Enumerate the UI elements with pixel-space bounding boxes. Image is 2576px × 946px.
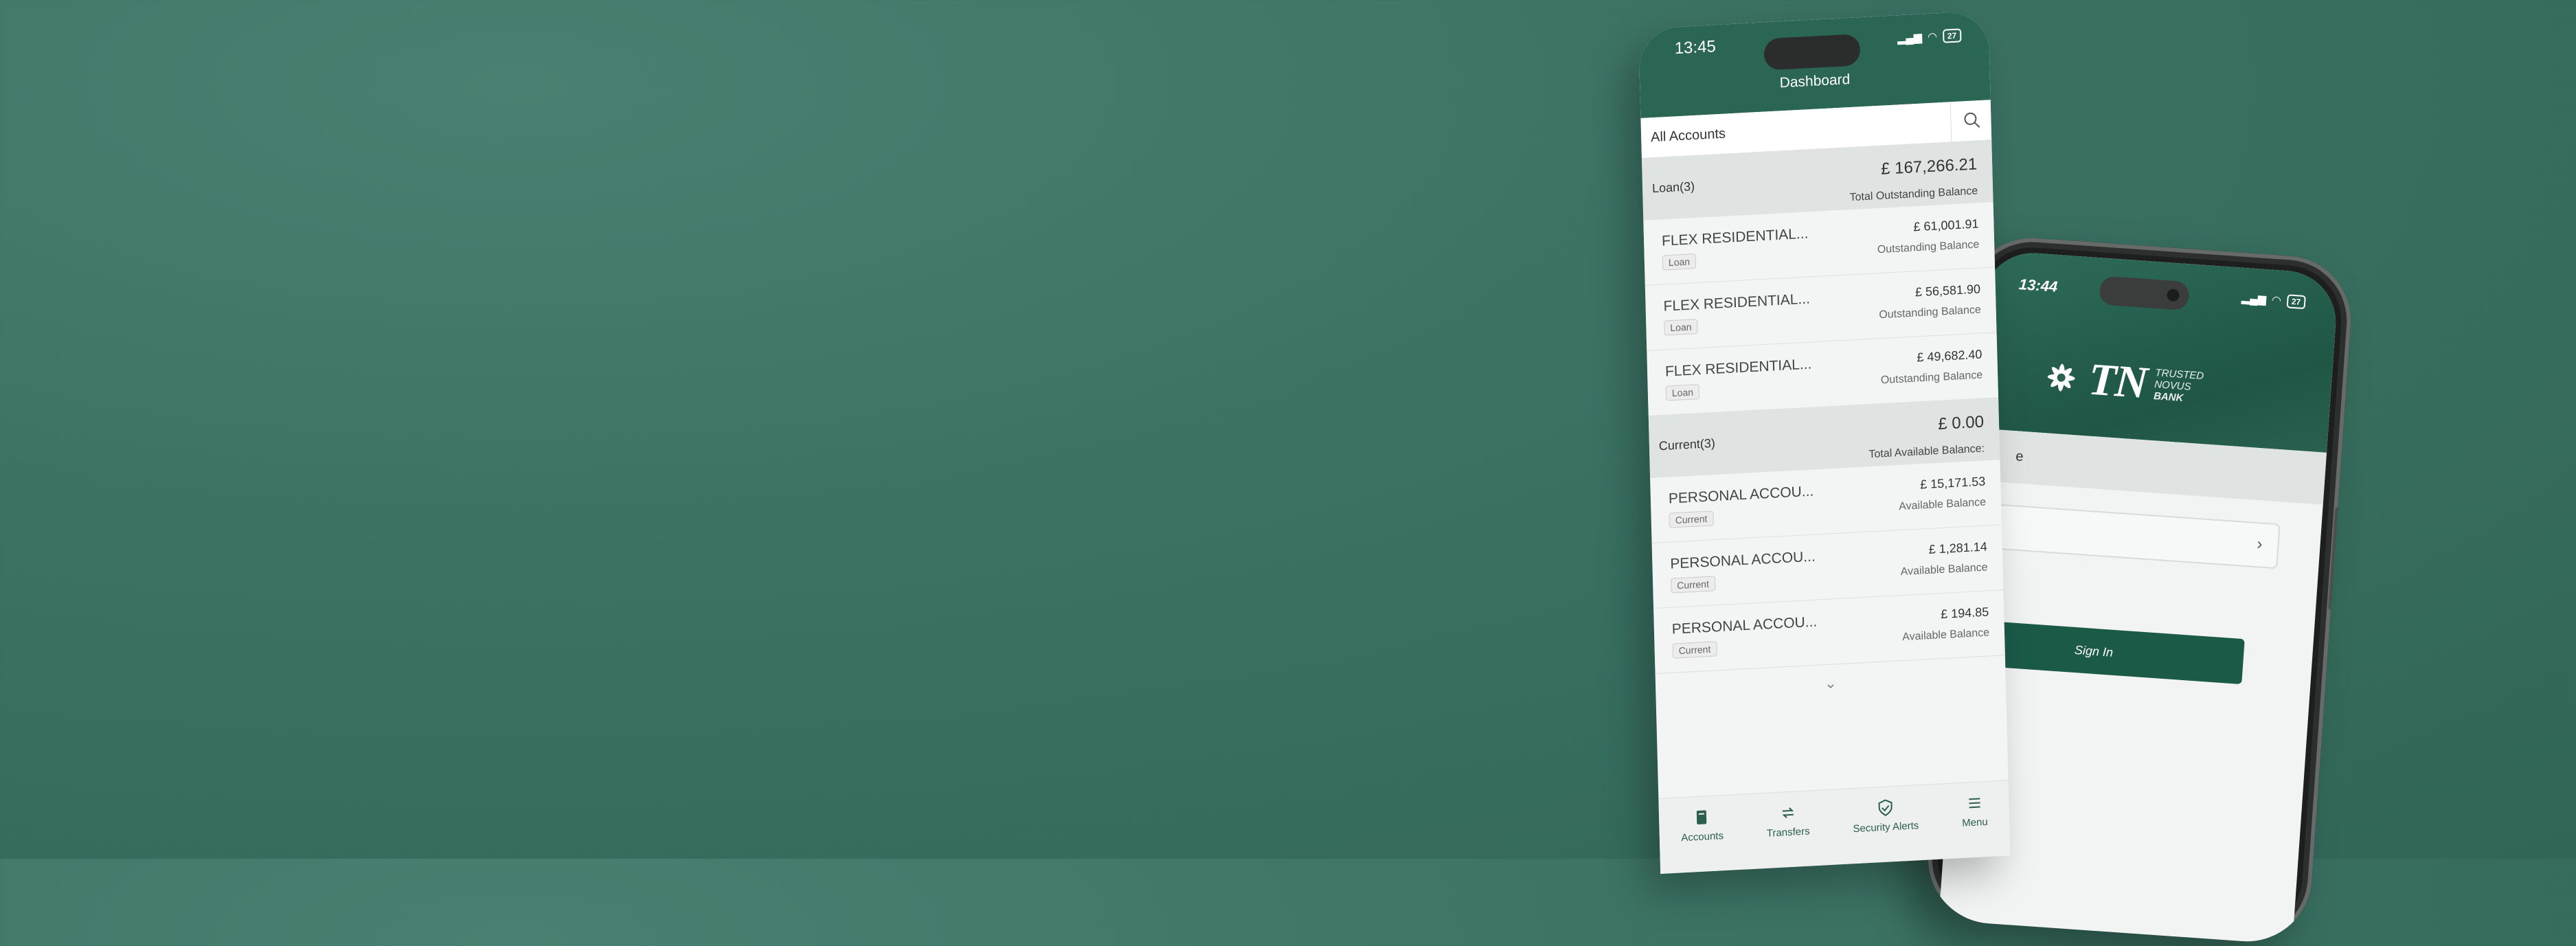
transfers-icon — [1782, 807, 1794, 819]
status-time: 13:44 — [2018, 275, 2059, 295]
tab-security-alerts[interactable]: Security Alerts — [1852, 796, 1919, 864]
balance-label: Outstanding Balance — [1879, 304, 1981, 322]
account-type-badge: Loan — [1665, 384, 1700, 401]
accounts-icon — [1697, 810, 1707, 825]
account-name: PERSONAL ACCOU... — [1668, 483, 1814, 507]
group-total-label: Total Outstanding Balance — [1849, 185, 1978, 204]
account-type-badge: Current — [1670, 576, 1716, 594]
side-button — [2328, 506, 2342, 611]
account-name: FLEX RESIDENTIAL... — [1664, 356, 1812, 380]
tab-label: Menu — [1961, 815, 1988, 829]
dynamic-island — [2099, 275, 2190, 311]
account-filter-dropdown[interactable]: All Accounts — [1651, 126, 1726, 146]
account-name: FLEX RESIDENTIAL... — [1661, 225, 1809, 249]
dashboard-phone: 13:45 ▂▄▆ ◠ 27 Dashboard All Accounts Lo… — [1638, 10, 2011, 874]
account-type-badge: Loan — [1664, 319, 1698, 336]
account-name: PERSONAL ACCOU... — [1670, 548, 1816, 572]
bank-logo: TN TRUSTED NOVUS BANK — [2040, 350, 2205, 414]
signal-icon: ▂▄▆ — [2241, 292, 2267, 306]
tab-transfers[interactable]: Transfers — [1766, 802, 1811, 868]
balance-label: Outstanding Balance — [1880, 369, 1983, 387]
dynamic-island — [1763, 34, 1861, 71]
account-balance: £ 61,001.91 — [1913, 216, 1979, 234]
logo-words: TRUSTED NOVUS BANK — [2153, 366, 2204, 404]
battery-icon: 27 — [2286, 294, 2306, 310]
tab-label: Security Alerts — [1853, 820, 1919, 835]
search-icon[interactable] — [1962, 110, 1982, 130]
account-balance: £ 1,281.14 — [1928, 539, 1987, 556]
account-type-badge: Loan — [1662, 254, 1697, 271]
account-type-badge: Current — [1669, 510, 1714, 528]
welcome-text: e — [2015, 449, 2024, 465]
battery-icon: 27 — [1942, 28, 1962, 43]
wifi-icon: ◠ — [1927, 31, 1938, 43]
wifi-icon: ◠ — [2271, 294, 2282, 307]
account-name: PERSONAL ACCOU... — [1671, 613, 1818, 638]
account-balance: £ 194.85 — [1940, 605, 1989, 622]
menu-icon — [1969, 798, 1980, 809]
tab-label: Accounts — [1681, 830, 1724, 844]
tab-label: Transfers — [1766, 825, 1810, 840]
account-balance: £ 15,171.53 — [1920, 474, 1986, 492]
group-total-label: Total Available Balance: — [1868, 442, 1985, 461]
account-balance: £ 49,682.40 — [1917, 347, 1982, 365]
status-icons: ▂▄▆ ◠ 27 — [2241, 291, 2306, 310]
login-hero: 13:44 ▂▄▆ ◠ 27 TN TRUSTED NOVUS BANK — [1973, 249, 2340, 453]
group-name: Loan(3) — [1651, 179, 1695, 196]
balance-label: Available Balance — [1899, 496, 1987, 513]
balance-label: Outstanding Balance — [1877, 238, 1980, 256]
group-total: £ 0.00 — [1937, 412, 1985, 433]
account-name: FLEX RESIDENTIAL... — [1663, 291, 1811, 315]
status-icons: ▂▄▆ ◠ 27 — [1897, 28, 1962, 45]
group-name: Current(3) — [1658, 436, 1716, 453]
signal-icon: ▂▄▆ — [1897, 32, 1923, 45]
tab-menu[interactable]: Menu — [1961, 793, 1989, 858]
balance-label: Available Balance — [1900, 561, 1988, 578]
tab-accounts[interactable]: Accounts — [1680, 807, 1724, 872]
status-time: 13:45 — [1674, 37, 1717, 58]
group-total: £ 167,266.21 — [1880, 155, 1978, 179]
flower-logo-icon — [2047, 363, 2075, 392]
shield-check-icon — [1878, 799, 1893, 816]
page-title: Dashboard — [1779, 71, 1851, 91]
logo-letters: TN — [2087, 354, 2148, 409]
balance-label: Available Balance — [1902, 627, 1990, 644]
chevron-right-icon: › — [2256, 534, 2263, 554]
account-balance: £ 56,581.90 — [1914, 282, 1981, 300]
account-type-badge: Current — [1672, 641, 1717, 659]
